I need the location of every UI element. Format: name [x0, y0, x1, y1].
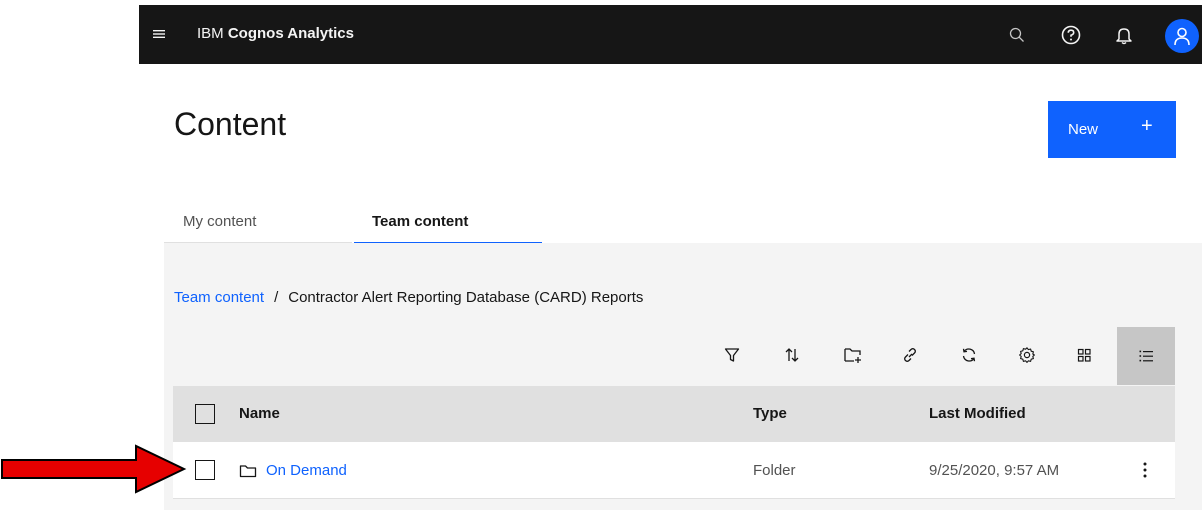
filter-icon[interactable]: [715, 340, 749, 370]
row-checkbox[interactable]: [195, 460, 215, 480]
refresh-icon[interactable]: [952, 340, 986, 370]
folder-icon: [239, 463, 257, 479]
grid-view-icon[interactable]: [1067, 340, 1101, 370]
breadcrumb-separator: /: [274, 289, 279, 306]
annotation-arrow: [0, 444, 190, 494]
user-icon[interactable]: [1165, 19, 1199, 53]
top-navigation-bar: IBM Cognos Analytics: [139, 5, 1202, 64]
content-panel: Team content / Contractor Alert Reporting …: [164, 243, 1202, 510]
tab-my-content[interactable]: My content: [164, 204, 352, 244]
tab-label: My content: [183, 213, 257, 230]
overflow-menu-icon[interactable]: [1135, 458, 1155, 482]
new-folder-icon[interactable]: [836, 340, 870, 370]
brand-prefix: IBM: [197, 25, 228, 42]
select-all-checkbox[interactable]: [195, 404, 215, 424]
search-icon[interactable]: [1002, 20, 1032, 50]
breadcrumb-root-link[interactable]: Team content: [174, 289, 264, 306]
table-row[interactable]: On Demand Folder 9/25/2020, 9:57 AM: [173, 442, 1175, 499]
column-header-type[interactable]: Type: [753, 405, 787, 422]
column-header-name[interactable]: Name: [239, 405, 280, 422]
breadcrumb: Team content / Contractor Alert Reporting …: [174, 289, 643, 306]
content-tabs: My content Team content: [164, 204, 544, 244]
brand-name: Cognos Analytics: [227, 25, 354, 42]
tab-label: Team content: [372, 213, 469, 230]
list-view-icon[interactable]: [1117, 327, 1175, 385]
settings-icon[interactable]: [1010, 340, 1044, 370]
new-button-label: New: [1068, 121, 1099, 138]
item-last-modified: 9/25/2020, 9:57 AM: [929, 462, 1060, 479]
column-header-last-modified[interactable]: Last Modified: [929, 405, 1026, 422]
notification-icon[interactable]: [1109, 20, 1139, 50]
folder-name-link[interactable]: On Demand: [266, 462, 347, 479]
help-icon[interactable]: [1056, 20, 1086, 50]
tab-team-content[interactable]: Team content: [354, 204, 542, 244]
page-title: Content: [174, 106, 287, 142]
app-title[interactable]: IBM Cognos Analytics: [197, 25, 354, 43]
link-icon[interactable]: [893, 340, 927, 370]
sort-icon[interactable]: [775, 340, 809, 370]
item-type: Folder: [753, 462, 796, 479]
plus-icon: +: [1141, 115, 1153, 137]
new-button[interactable]: New +: [1048, 101, 1176, 158]
table-header: Name Type Last Modified: [173, 386, 1175, 442]
menu-icon[interactable]: [147, 22, 171, 46]
breadcrumb-current: Contractor Alert Reporting Database (CAR…: [288, 289, 644, 306]
